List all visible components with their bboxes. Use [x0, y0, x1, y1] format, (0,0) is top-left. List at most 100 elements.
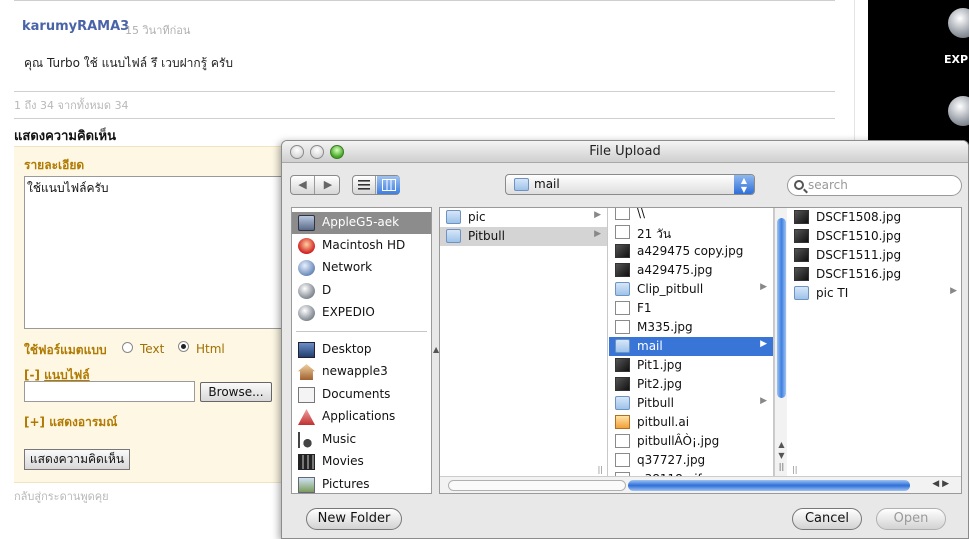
file-row[interactable]: DSCF1516.jpg — [788, 265, 961, 284]
column-browser: || pic ▶ Pitbull ▶ \\ 21 วัน a429475 copy.… — [439, 207, 962, 494]
open-button[interactable]: Open — [876, 508, 946, 530]
back-to-board-link[interactable]: กลับสู่กระดานพูดคุย — [14, 487, 109, 505]
comment-author[interactable]: karumyRAMA3 — [22, 19, 129, 34]
sidebar-divider — [296, 330, 427, 332]
search-placeholder: search — [808, 178, 848, 192]
sidebar-item-place[interactable]: Applications — [292, 406, 431, 428]
scroll-arrows-icon[interactable]: ▲ ▼ || — [776, 439, 787, 472]
folder-icon — [615, 396, 630, 410]
sidebar-item-place[interactable]: newapple3 — [292, 361, 431, 383]
sidebar-item-label: newapple3 — [322, 364, 388, 378]
column-resize-handle[interactable]: || — [792, 465, 797, 474]
desktop-disk-label: EXP — [944, 53, 969, 66]
music-icon — [298, 431, 315, 448]
back-button[interactable]: ◀ — [291, 176, 315, 194]
sidebar-item-place[interactable]: Documents — [292, 384, 431, 406]
folder-row[interactable]: Pitbull ▶ — [440, 227, 607, 246]
comment-time: 15 วินาทีก่อน — [125, 24, 191, 37]
file-row[interactable]: pitbullÂÒ¡.jpg — [609, 432, 773, 451]
scroll-track — [448, 480, 626, 491]
sidebar-item-place[interactable]: Desktop — [292, 339, 431, 361]
file-row[interactable]: pitbull.ai — [609, 413, 773, 432]
file-row[interactable]: Pit1.jpg — [609, 356, 773, 375]
pictures-icon — [298, 476, 315, 493]
search-input[interactable]: search — [787, 175, 962, 196]
image-file-icon — [794, 229, 809, 243]
file-row[interactable]: DSCF1511.jpg — [788, 246, 961, 265]
image-file-icon — [615, 263, 630, 277]
item-label: Pit1.jpg — [637, 358, 683, 372]
file-row[interactable]: q37727.jpg — [609, 451, 773, 470]
emote-toggle[interactable]: [+] แสดงอารมณ์ — [24, 413, 117, 432]
file-row[interactable]: 21 วัน — [609, 223, 773, 242]
item-label: Pit2.jpg — [637, 377, 683, 391]
document-icon — [615, 434, 630, 448]
folder-row[interactable]: pic ▶ — [440, 208, 607, 227]
column-resize-handle[interactable]: || — [598, 465, 603, 474]
attach-label: แนบไฟล์ — [44, 368, 90, 382]
sidebar-item-label: Music — [322, 431, 357, 446]
sidebar-item-device[interactable]: AppleG5-aek — [292, 212, 431, 234]
sidebar-item-label: Network — [322, 260, 373, 274]
sidebar-item-place[interactable]: Pictures — [292, 474, 431, 494]
forward-button[interactable]: ▶ — [316, 176, 340, 194]
folder-row[interactable]: mail ▶ — [609, 337, 773, 356]
disk-icon — [298, 282, 315, 299]
document-icon — [615, 301, 630, 315]
comment-body: คุณ Turbo ใช้ แนบไฟล์ รึ เวบฝากรู้ ครับ — [24, 56, 233, 70]
document-icon — [615, 208, 630, 220]
sidebar-item-label: Movies — [322, 454, 364, 468]
file-row[interactable]: a429475 copy.jpg — [609, 242, 773, 261]
path-popup[interactable]: mail ▲ ▼ — [505, 174, 755, 195]
image-file-icon — [615, 358, 630, 372]
file-row[interactable]: \\ — [609, 208, 773, 223]
column-2-scrollbar[interactable]: ▲ ▼ || — [774, 208, 787, 476]
file-row[interactable]: F1 — [609, 299, 773, 318]
file-path-input[interactable] — [24, 381, 195, 402]
file-row[interactable]: a429475.jpg — [609, 261, 773, 280]
scroll-thumb[interactable] — [628, 480, 910, 491]
sidebar-item-device[interactable]: D — [292, 280, 431, 302]
file-row[interactable]: DSCF1510.jpg — [788, 227, 961, 246]
item-label: mail — [637, 339, 663, 353]
sidebar-item-device[interactable]: Macintosh HD — [292, 235, 431, 257]
format-option-text-label: Text — [140, 342, 165, 356]
list-view-button[interactable] — [353, 176, 376, 194]
dialog-titlebar: File Upload — [282, 141, 968, 163]
chevron-right-icon: ▶ — [594, 210, 601, 220]
scroll-thumb[interactable] — [777, 218, 786, 398]
browse-button[interactable]: Browse... — [200, 382, 272, 402]
item-label: Pitbull — [637, 396, 674, 410]
sidebar-item-device[interactable]: EXPEDIO — [292, 302, 431, 324]
submit-comment-button[interactable]: แสดงความคิดเห็น — [24, 449, 130, 470]
detail-label: รายละเอียด — [24, 158, 85, 172]
folder-row[interactable]: pic TI ▶ — [788, 284, 961, 303]
folder-icon — [615, 282, 630, 296]
format-label: ใช้ฟอร์แมตแบบ — [24, 343, 107, 357]
comment-item — [14, 0, 835, 92]
sidebar-item-place[interactable]: Movies — [292, 451, 431, 473]
horizontal-scrollbar[interactable]: ◀ ▶ — [440, 476, 961, 493]
file-row[interactable]: DSCF1508.jpg — [788, 208, 961, 227]
file-row[interactable]: Pit2.jpg — [609, 375, 773, 394]
folder-row[interactable]: Pitbull ▶ — [609, 394, 773, 413]
item-label: q37727.jpg — [637, 453, 706, 467]
applications-icon — [298, 409, 315, 425]
new-folder-button[interactable]: New Folder — [306, 508, 402, 530]
image-file-icon — [615, 377, 630, 391]
divider — [14, 118, 835, 119]
attach-prefix: [-] — [24, 368, 40, 382]
folder-row[interactable]: Clip_pitbull ▶ — [609, 280, 773, 299]
file-row[interactable]: M335.jpg — [609, 318, 773, 337]
format-radio-html[interactable] — [178, 341, 189, 352]
sidebar-item-place[interactable]: Music — [292, 429, 431, 451]
comment-textarea[interactable]: ใช้แนบไฟล์ครับ — [24, 176, 286, 329]
desktop-icon — [298, 341, 315, 358]
scroll-arrows-icon[interactable]: ◀ ▶ — [932, 479, 949, 489]
cancel-button[interactable]: Cancel — [792, 508, 862, 530]
column-view-button[interactable] — [377, 176, 400, 194]
item-label: pitbull.ai — [637, 415, 690, 429]
dialog-title: File Upload — [589, 144, 661, 159]
sidebar-item-device[interactable]: Network — [292, 257, 431, 279]
format-radio-text[interactable] — [122, 342, 133, 353]
